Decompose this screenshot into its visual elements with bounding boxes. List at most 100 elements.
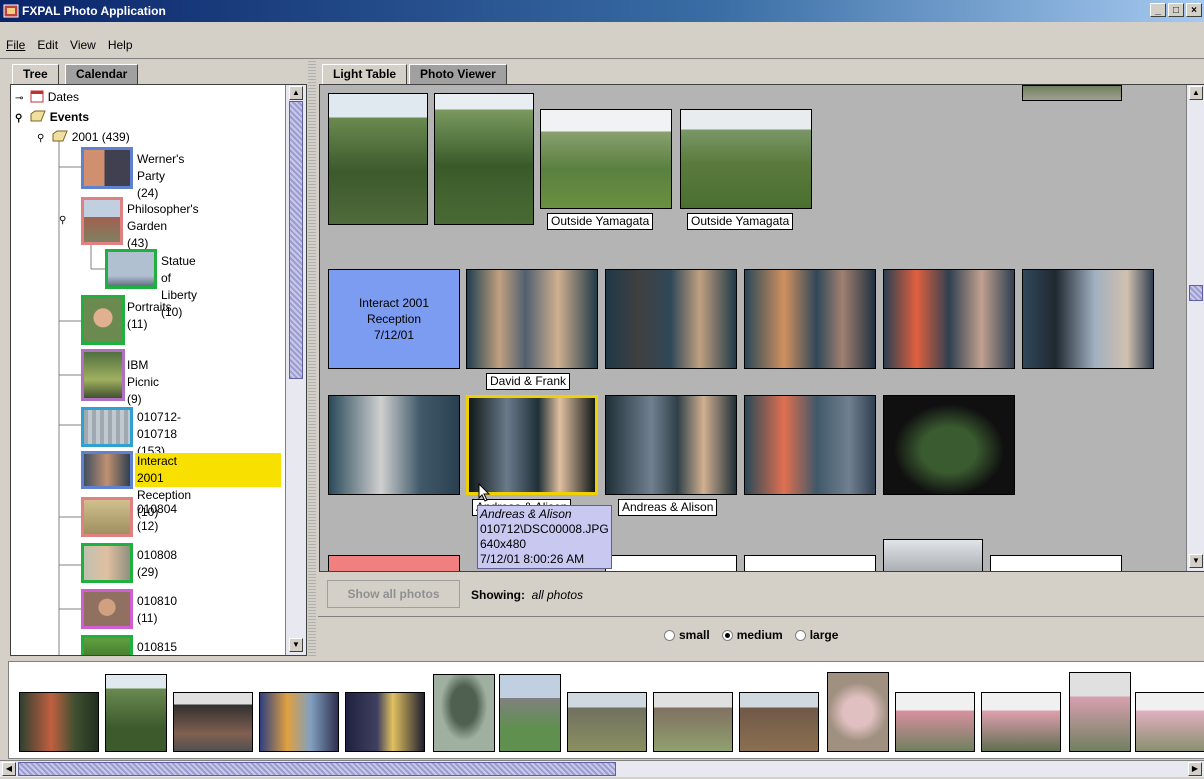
event-thumbnail [81, 543, 133, 583]
photo-thumbnail[interactable] [883, 269, 1015, 369]
photo-thumbnail[interactable] [680, 109, 812, 209]
expanded-toggle-icon[interactable]: ⚲ [37, 133, 49, 144]
event-thumbnail [105, 249, 157, 289]
filmstrip-thumbnail[interactable] [567, 692, 647, 752]
radio-icon[interactable] [794, 630, 806, 641]
event-thumbnail [81, 497, 133, 537]
filmstrip-thumbnail[interactable] [895, 692, 975, 752]
show-all-photos-button[interactable]: Show all photos [327, 580, 460, 608]
menu-bar: File Edit View Help [0, 36, 139, 58]
minimize-button[interactable]: _ [1150, 3, 1166, 17]
tree-year-2001[interactable]: ⚲ 2001 (439) [37, 129, 130, 144]
scroll-up-arrow-icon[interactable]: ▲ [289, 86, 303, 100]
tooltip-title: Andreas & Alison [480, 507, 572, 521]
filmstrip-thumbnail[interactable] [173, 692, 253, 752]
filmstrip-thumbnail[interactable] [1069, 672, 1131, 752]
photo-thumbnail[interactable] [1022, 85, 1122, 101]
filmstrip-thumbnail[interactable] [827, 672, 889, 752]
filmstrip-thumbnail[interactable] [345, 692, 425, 752]
photo-thumbnail[interactable] [540, 109, 672, 209]
photo-thumbnail[interactable] [328, 395, 460, 495]
expanded-toggle-icon[interactable]: ⚲ [15, 113, 27, 124]
event-thumbnail [81, 295, 125, 345]
tooltip-date: 7/12/01 8:00:26 AM [480, 552, 585, 566]
scrollbar-thumb[interactable] [18, 762, 616, 776]
photo-caption: Outside Yamagata [687, 213, 794, 230]
size-small-radio[interactable]: small [664, 628, 710, 642]
photo-thumbnail[interactable] [744, 555, 876, 571]
scrollbar-thumb[interactable] [1189, 285, 1203, 301]
light-table: Outside Yamagata Outside Yamagata Intera… [319, 84, 1204, 572]
mouse-pointer-icon [478, 483, 491, 502]
scroll-down-arrow-icon[interactable]: ▼ [1189, 554, 1203, 568]
event-group-label[interactable] [328, 555, 460, 571]
tree-panel: ⊸ Dates ⚲ Events ⚲ 2001 (439) Werner's P… [10, 84, 307, 656]
tab-photo-viewer[interactable]: Photo Viewer [409, 64, 507, 84]
scroll-left-arrow-icon[interactable]: ◀ [2, 762, 16, 776]
tab-tree[interactable]: Tree [12, 64, 59, 84]
filmstrip-thumbnail[interactable] [981, 692, 1061, 752]
photo-caption: Andreas & Alison [618, 499, 718, 516]
photo-thumbnail[interactable] [434, 93, 534, 225]
close-button[interactable]: × [1186, 3, 1202, 17]
scroll-up-arrow-icon[interactable]: ▲ [1189, 86, 1203, 100]
menu-view[interactable]: View [64, 36, 102, 58]
tab-light-table[interactable]: Light Table [322, 64, 408, 84]
splitter[interactable] [308, 60, 316, 658]
size-large-radio[interactable]: large [794, 628, 838, 642]
photo-caption: Outside Yamagata [547, 213, 654, 230]
tree-scrollbar[interactable]: ▲ ▼ [285, 85, 306, 655]
filmstrip-scrollbar[interactable]: ◀ ▶ [0, 760, 1204, 777]
filmstrip-thumbnail[interactable] [259, 692, 339, 752]
filmstrip-thumbnail[interactable] [105, 674, 167, 752]
photo-thumbnail[interactable] [883, 395, 1015, 495]
photo-thumbnail[interactable] [328, 93, 428, 225]
tree-events[interactable]: ⚲ Events [15, 109, 89, 124]
tree-dates[interactable]: ⊸ Dates [15, 89, 79, 104]
maximize-button[interactable]: □ [1168, 3, 1184, 17]
photo-thumbnail[interactable] [466, 269, 598, 369]
light-table-scrollbar[interactable]: ▲ ▼ [1186, 85, 1204, 571]
menu-help[interactable]: Help [102, 36, 139, 58]
title-bar: FXPAL Photo Application _ □ × [0, 0, 1204, 22]
size-medium-radio[interactable]: medium [721, 628, 783, 642]
filmstrip-thumbnail[interactable] [499, 674, 561, 752]
scroll-down-arrow-icon[interactable]: ▼ [289, 638, 303, 652]
folder-icon [30, 110, 47, 122]
menu-divider [0, 58, 1204, 59]
folder-icon [52, 130, 69, 142]
photo-thumbnail-selected[interactable] [466, 395, 598, 495]
scrollbar-thumb[interactable] [289, 101, 303, 379]
photo-thumbnail[interactable] [744, 395, 876, 495]
filmstrip-thumbnail[interactable] [1135, 692, 1204, 752]
event-thumbnail [81, 635, 133, 655]
photo-thumbnail[interactable] [990, 555, 1122, 571]
filmstrip-thumbnail[interactable] [739, 692, 819, 752]
filmstrip [8, 661, 1204, 759]
radio-icon[interactable] [664, 630, 675, 641]
thumbnail-size-selector: small medium large [664, 628, 838, 642]
menu-file[interactable]: File [0, 36, 31, 58]
photo-thumbnail[interactable] [1022, 269, 1154, 369]
photo-thumbnail[interactable] [744, 269, 876, 369]
event-group-label[interactable]: Interact 2001 Reception 7/12/01 [328, 269, 460, 369]
photo-caption: David & Frank [486, 373, 571, 390]
photo-thumbnail[interactable] [883, 539, 983, 571]
tab-calendar[interactable]: Calendar [65, 64, 139, 84]
expanded-toggle-icon[interactable]: ⚲ [59, 215, 66, 226]
event-thumbnail [81, 407, 133, 447]
scroll-right-arrow-icon[interactable]: ▶ [1188, 762, 1202, 776]
photo-tooltip: Andreas & Alison 010712\DSC00008.JPG 640… [477, 505, 612, 569]
collapsed-toggle-icon[interactable]: ⊸ [15, 93, 27, 104]
photo-thumbnail[interactable] [605, 555, 737, 571]
filmstrip-thumbnail[interactable] [653, 692, 733, 752]
radio-icon[interactable] [721, 630, 733, 641]
event-thumbnail [81, 147, 133, 189]
tooltip-dimensions: 640x480 [480, 537, 527, 551]
filmstrip-thumbnail[interactable] [433, 674, 495, 752]
window-title: FXPAL Photo Application [22, 4, 166, 18]
menu-edit[interactable]: Edit [31, 36, 64, 58]
photo-thumbnail[interactable] [605, 269, 737, 369]
photo-thumbnail[interactable] [605, 395, 737, 495]
filmstrip-thumbnail[interactable] [19, 692, 99, 752]
